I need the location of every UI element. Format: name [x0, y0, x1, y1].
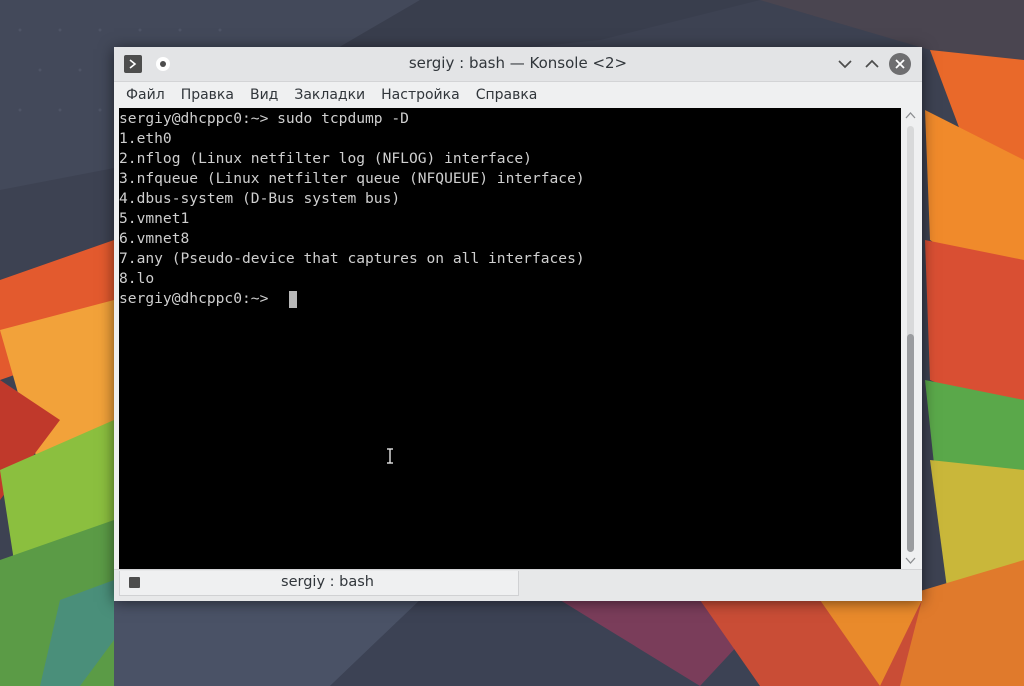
scroll-up-icon[interactable] — [905, 111, 916, 119]
terminal-line: 5.vmnet1 — [119, 210, 190, 227]
vertical-scrollbar[interactable] — [902, 108, 919, 569]
menu-settings[interactable]: Настройка — [373, 82, 468, 108]
menu-bookmarks[interactable]: Закладки — [286, 82, 373, 108]
window-title: sergiy : bash — Konsole <2> — [408, 54, 628, 72]
terminal-line: 6.vmnet8 — [119, 230, 190, 247]
terminal-prompt: sergiy@dhcppc0:~> — [119, 290, 278, 307]
terminal-line: 2.nflog (Linux netfilter log (NFLOG) int… — [119, 150, 532, 167]
maximize-button[interactable] — [861, 53, 883, 75]
menu-help[interactable]: Справка — [468, 82, 546, 108]
terminal-output[interactable]: sergiy@dhcppc0:~> sudo tcpdump -D 1.eth0… — [119, 108, 901, 569]
title-bar[interactable]: sergiy : bash — Konsole <2> — [114, 47, 922, 82]
terminal-line: 1.eth0 — [119, 130, 172, 147]
tab-sergiy-bash[interactable]: sergiy : bash — [119, 571, 519, 596]
menu-file[interactable]: Файл — [118, 82, 173, 108]
text-cursor — [289, 291, 297, 308]
minimize-button[interactable] — [834, 53, 856, 75]
terminal-line: 3.nfqueue (Linux netfilter queue (NFQUEU… — [119, 170, 585, 187]
close-button[interactable] — [889, 53, 911, 75]
scroll-thumb[interactable] — [907, 334, 914, 552]
tab-label: sergiy : bash — [281, 574, 374, 590]
menu-view[interactable]: Вид — [242, 82, 286, 108]
konsole-window[interactable]: sergiy : bash — Konsole <2> Файл Правка … — [114, 47, 922, 601]
terminal-line: 8.lo — [119, 270, 155, 287]
terminal-line: sergiy@dhcppc0:~> sudo tcpdump -D — [119, 110, 409, 127]
chevron-up-icon — [865, 59, 879, 68]
menu-edit[interactable]: Правка — [173, 82, 242, 108]
terminal-line: 4.dbus-system (D-Bus system bus) — [119, 190, 401, 207]
close-icon — [895, 59, 905, 69]
chevron-down-icon — [838, 60, 852, 69]
scroll-down-icon[interactable] — [905, 557, 916, 565]
tab-bar: sergiy : bash — [114, 569, 922, 601]
menu-bar: Файл Правка Вид Закладки Настройка Справ… — [114, 82, 922, 108]
mouse-ibeam-icon — [387, 448, 393, 464]
terminal-line: 7.any (Pseudo-device that captures on al… — [119, 250, 585, 267]
